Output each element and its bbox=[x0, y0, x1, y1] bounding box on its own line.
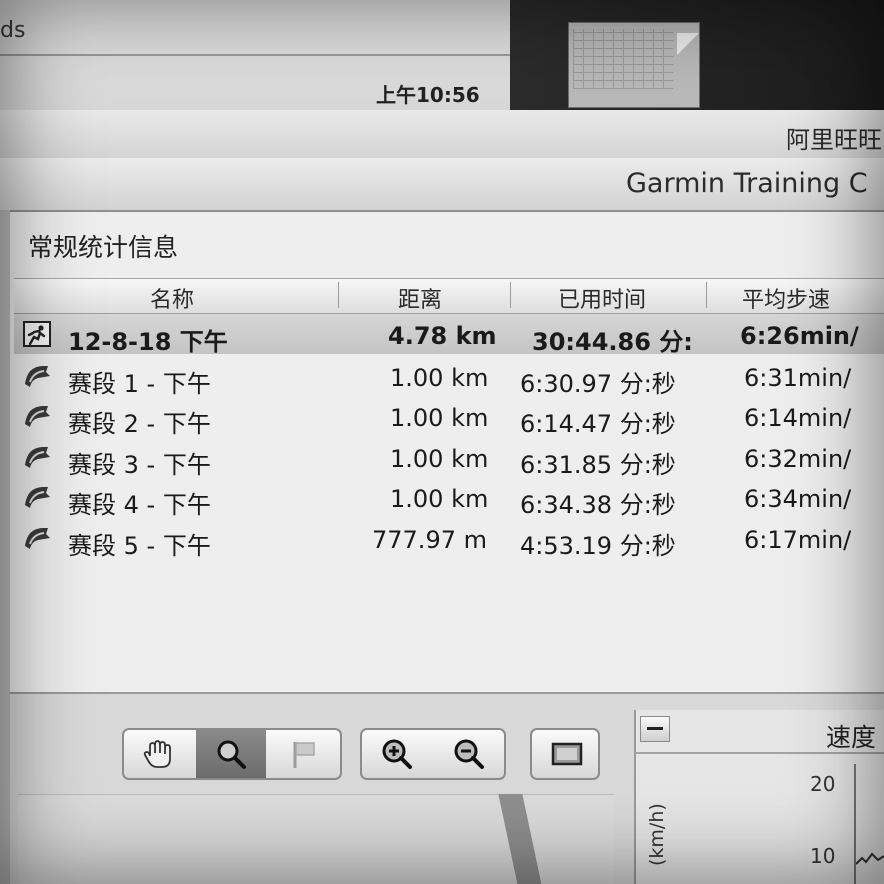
column-header-elapsed[interactable]: 已用时间 bbox=[558, 282, 646, 314]
running-activity-icon bbox=[22, 320, 52, 348]
chart-title: 速度 bbox=[826, 723, 877, 752]
lap-flag-icon bbox=[22, 402, 52, 430]
lap-name: 赛段 3 - 下午 bbox=[68, 451, 211, 479]
minus-icon bbox=[647, 727, 663, 730]
flag-icon bbox=[293, 742, 315, 768]
fit-to-window-icon bbox=[551, 742, 583, 766]
lap-flag-icon bbox=[22, 483, 52, 511]
activity-name: 12-8-18 下午 bbox=[68, 328, 228, 356]
lap-distance: 1.00 km bbox=[390, 445, 489, 473]
lap-pace: 6:17min/ bbox=[744, 526, 852, 554]
lap-elapsed: 6:30.97 分:秒 bbox=[520, 370, 676, 398]
zoom-in-button[interactable] bbox=[362, 730, 432, 778]
lap-elapsed: 6:14.47 分:秒 bbox=[520, 410, 676, 438]
lap-row[interactable]: 赛段 5 - 下午 777.97 m 4:53.19 分:秒 6:17min/ bbox=[14, 518, 884, 560]
hand-pan-icon bbox=[143, 740, 171, 768]
lap-pace: 6:32min/ bbox=[744, 445, 852, 473]
lap-row[interactable]: 赛段 1 - 下午 1.00 km 6:30.97 分:秒 6:31min/ bbox=[14, 356, 884, 398]
lap-flag-icon bbox=[22, 362, 52, 390]
background-window: ds 上午10:56 bbox=[0, 0, 512, 110]
section-title: 常规统计信息 bbox=[28, 233, 179, 262]
thumbnail-grid bbox=[573, 29, 673, 89]
zoom-group bbox=[360, 728, 506, 780]
lap-row[interactable]: 赛段 4 - 下午 1.00 km 6:34.38 分:秒 6:34min/ bbox=[14, 477, 884, 519]
lap-name: 赛段 1 - 下午 bbox=[68, 370, 211, 398]
lap-name: 赛段 4 - 下午 bbox=[68, 491, 211, 519]
lap-pace: 6:14min/ bbox=[744, 404, 852, 432]
page-curl-icon bbox=[677, 33, 699, 55]
lap-row[interactable]: 赛段 2 - 下午 1.00 km 6:14.47 分:秒 6:14min/ bbox=[14, 396, 884, 438]
lap-row[interactable]: 赛段 3 - 下午 1.00 km 6:31.85 分:秒 6:32min/ bbox=[14, 437, 884, 479]
column-divider[interactable] bbox=[706, 282, 707, 308]
chart-divider bbox=[636, 752, 884, 754]
lap-elapsed: 6:31.85 分:秒 bbox=[520, 451, 676, 479]
activity-elapsed: 30:44.86 分: bbox=[532, 328, 693, 356]
lap-distance: 1.00 km bbox=[390, 404, 489, 432]
lap-pace: 6:34min/ bbox=[744, 485, 852, 513]
screen: ds 上午10:56 阿里旺旺 Garmin Training C 常规统计信息… bbox=[0, 0, 884, 884]
magnifier-icon bbox=[217, 740, 246, 769]
pan-tool-button[interactable] bbox=[124, 730, 194, 778]
lap-distance: 777.97 m bbox=[372, 526, 487, 554]
lap-name: 赛段 5 - 下午 bbox=[68, 532, 211, 560]
y-tick-label: 10 bbox=[810, 844, 836, 868]
lap-distance: 1.00 km bbox=[390, 485, 489, 513]
lap-name: 赛段 2 - 下午 bbox=[68, 410, 211, 438]
activity-distance: 4.78 km bbox=[388, 322, 497, 350]
ali-window-titlebar[interactable] bbox=[0, 110, 884, 159]
lap-flag-icon bbox=[22, 443, 52, 471]
map-tool-group bbox=[122, 728, 342, 780]
lap-pace: 6:31min/ bbox=[744, 364, 852, 392]
activity-summary-row[interactable]: 12-8-18 下午 4.78 km 30:44.86 分: 6:26min/ bbox=[14, 314, 884, 356]
lap-distance: 1.00 km bbox=[390, 364, 489, 392]
lap-elapsed: 6:34.38 分:秒 bbox=[520, 491, 676, 519]
background-window-title: ds bbox=[0, 18, 26, 43]
flag-tool-button[interactable] bbox=[268, 730, 338, 778]
fit-group bbox=[530, 728, 600, 780]
collapse-button[interactable] bbox=[640, 716, 670, 742]
document-thumbnail[interactable] bbox=[568, 22, 700, 108]
zoom-out-icon bbox=[454, 739, 484, 769]
column-header-distance[interactable]: 距离 bbox=[398, 282, 442, 314]
background-window-divider bbox=[0, 54, 510, 56]
chart-y-axis-label: (km/h) bbox=[646, 803, 668, 866]
column-divider[interactable] bbox=[510, 282, 511, 308]
lap-elapsed: 4:53.19 分:秒 bbox=[520, 532, 676, 560]
column-divider[interactable] bbox=[338, 282, 339, 308]
speed-line bbox=[856, 852, 884, 865]
column-header-pace[interactable]: 平均步速 bbox=[742, 282, 830, 314]
zoom-tool-button[interactable] bbox=[196, 730, 266, 778]
y-tick-label: 20 bbox=[810, 772, 836, 796]
zoom-out-button[interactable] bbox=[434, 730, 504, 778]
clock: 上午10:56 bbox=[376, 83, 480, 107]
column-header-name[interactable]: 名称 bbox=[150, 282, 194, 314]
zoom-in-icon bbox=[382, 739, 412, 769]
lap-flag-icon bbox=[22, 524, 52, 552]
garmin-window-title: Garmin Training C bbox=[626, 168, 868, 199]
ali-window-title: 阿里旺旺 bbox=[786, 126, 882, 154]
fit-to-window-button[interactable] bbox=[532, 730, 598, 778]
activity-pace: 6:26min/ bbox=[740, 322, 859, 350]
